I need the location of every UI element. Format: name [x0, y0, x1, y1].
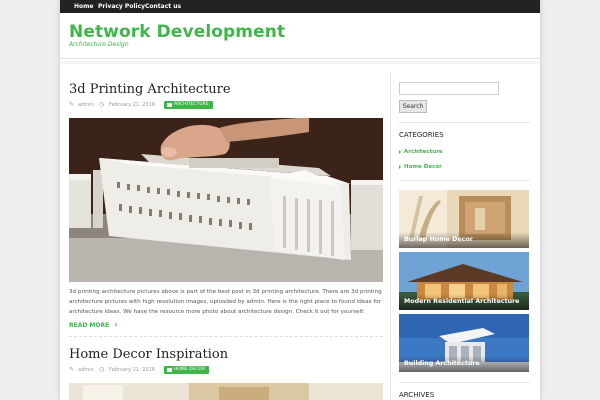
featured-post-thumb[interactable]: Modern Residential Architecture	[399, 252, 529, 310]
caret-right-icon	[399, 149, 401, 154]
read-more-link[interactable]: READ MORE ›	[69, 320, 118, 329]
caret-right-icon	[399, 164, 401, 169]
header-divider	[60, 58, 540, 59]
post-author[interactable]: admin	[78, 366, 94, 374]
user-icon: ✎	[69, 101, 75, 108]
featured-post-title: Burlap Home Decor	[399, 232, 529, 248]
chevron-right-icon: ›	[114, 320, 118, 329]
search-button[interactable]: Search	[399, 100, 427, 113]
nav-contact-us[interactable]: Contact us	[145, 0, 181, 13]
read-more-label: READ MORE	[69, 322, 110, 329]
site-tagline: Architecture Design	[69, 41, 129, 48]
post-excerpt: 3d printing architecture pictures above …	[69, 289, 382, 315]
post-featured-image[interactable]	[69, 383, 383, 400]
featured-post-thumb[interactable]: Burlap Home Decor	[399, 190, 529, 248]
sidebar-category-label: Architecture	[404, 149, 443, 155]
post-author[interactable]: admin	[78, 101, 94, 109]
post-title[interactable]: 3d Printing Architecture	[69, 82, 231, 97]
widget-divider	[399, 122, 530, 123]
categories-widget-title: CATEGORIES	[399, 131, 444, 139]
site-title[interactable]: Network Development	[69, 22, 285, 42]
architecture-model-illustration	[69, 118, 383, 282]
post-title[interactable]: Home Decor Inspiration	[69, 347, 228, 362]
sidebar-category-home-decor[interactable]: Home Decor	[399, 164, 442, 170]
widget-divider	[399, 382, 530, 383]
post-category-label: HOME DECOR	[174, 367, 206, 372]
search-input[interactable]	[399, 82, 499, 95]
featured-post-thumb[interactable]: Building Architecture	[399, 314, 529, 372]
post-date[interactable]: February 21, 2016	[109, 366, 155, 374]
featured-post-title: Modern Residential Architecture	[399, 294, 529, 310]
sidebar-category-architecture[interactable]: Architecture	[399, 149, 443, 155]
post-category-label: ARCHITECTURE	[174, 102, 209, 107]
folder-icon	[167, 368, 172, 372]
header-divider-shadow	[60, 61, 540, 64]
user-icon: ✎	[69, 366, 75, 373]
nav-privacy-policy[interactable]: Privacy Policy	[98, 0, 145, 13]
post-separator	[69, 336, 383, 337]
content-sidebar-divider	[390, 72, 391, 400]
post-category-badge[interactable]: ARCHITECTURE	[164, 101, 213, 109]
post-category-badge[interactable]: HOME DECOR	[164, 366, 210, 374]
post-featured-image[interactable]	[69, 118, 383, 282]
home-decor-illustration	[69, 383, 383, 400]
widget-divider	[399, 180, 530, 181]
nav-home[interactable]: Home	[74, 0, 93, 13]
top-nav-bar: Home Privacy Policy Contact us	[60, 0, 540, 13]
clock-icon: ◷	[99, 101, 105, 108]
clock-icon: ◷	[99, 366, 105, 373]
folder-icon	[167, 103, 172, 107]
archives-widget-title: ARCHIVES	[399, 391, 435, 399]
post-date[interactable]: February 21, 2016	[109, 101, 155, 109]
sidebar-category-label: Home Decor	[404, 164, 442, 170]
featured-post-title: Building Architecture	[399, 356, 529, 372]
page-frame: Home Privacy Policy Contact us Network D…	[60, 0, 540, 400]
